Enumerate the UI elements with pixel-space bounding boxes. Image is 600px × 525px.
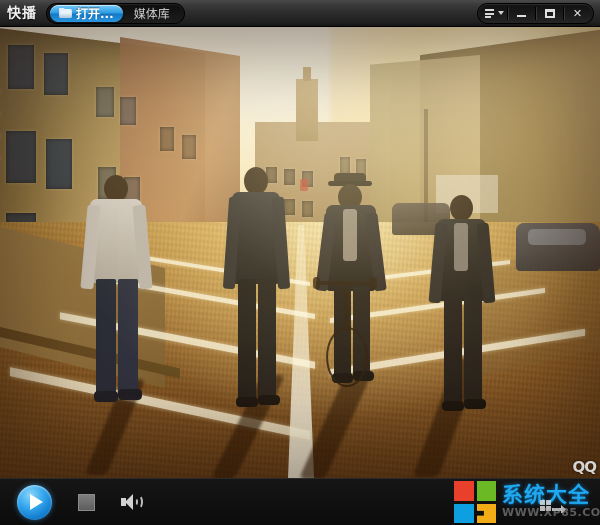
bicycle-grip-left — [313, 277, 320, 289]
shoe-right — [258, 395, 280, 405]
logo-square-green — [476, 481, 496, 501]
app-brand-label: 快播 — [7, 6, 37, 22]
leg-left — [444, 297, 462, 407]
minimize-button[interactable] — [508, 4, 535, 23]
volume-wave-large — [135, 495, 143, 509]
volume-button[interactable] — [121, 493, 143, 511]
logo-square-blue — [454, 503, 474, 523]
playlist-menu-button[interactable] — [480, 4, 507, 23]
folder-icon — [59, 8, 72, 18]
leg-right — [464, 297, 482, 407]
person-walking-left — [80, 175, 153, 413]
maximize-button[interactable] — [536, 4, 563, 23]
shoe-right — [118, 389, 142, 400]
tab-open[interactable]: 打开... — [50, 4, 123, 22]
shoe-left — [236, 397, 258, 407]
tab-media-library[interactable]: 媒体库 — [123, 5, 181, 22]
list-icon — [484, 8, 495, 19]
shoe-left — [94, 391, 118, 402]
shirt-inner — [454, 223, 468, 271]
head — [450, 195, 473, 221]
close-button[interactable]: ✕ — [564, 4, 591, 23]
leg-right — [258, 279, 276, 401]
tab-open-label: 打开... — [76, 6, 114, 21]
qq-watermark: QQ — [572, 458, 596, 476]
leg-left — [238, 279, 256, 401]
church-spire — [296, 67, 318, 141]
player-control-bar: 系统大全 WWW.XP85.COM — [0, 478, 600, 525]
close-icon: ✕ — [572, 6, 583, 20]
play-button[interactable] — [17, 484, 52, 520]
leg-right — [118, 279, 138, 395]
minimize-icon — [517, 15, 526, 17]
person-walking-center — [222, 167, 291, 415]
window-controls: ✕ — [477, 2, 594, 24]
tab-media-library-label: 媒体库 — [133, 6, 170, 21]
leg-left — [96, 279, 116, 395]
tab-strip: 打开... 媒体库 — [46, 2, 185, 24]
windows-logo-icon — [454, 481, 496, 523]
site-watermark: 系统大全 WWW.XP85.COM — [440, 478, 600, 525]
player-window: 快播 打开... 媒体库 ✕ QQ 系统大全 WWW.XP85.CO — [0, 0, 600, 525]
traffic-light — [300, 179, 308, 191]
shirt-open — [343, 209, 357, 261]
maximize-icon — [544, 8, 555, 18]
person-walking-right — [428, 195, 496, 417]
watermark-url: WWW.XP85.COM — [502, 506, 600, 519]
stop-button[interactable] — [78, 493, 95, 511]
head — [244, 167, 268, 195]
logo-square-yellow — [476, 503, 496, 523]
shoe-right — [464, 399, 486, 409]
title-bar: 快播 打开... 媒体库 ✕ — [0, 0, 600, 27]
bicycle-wheel-front — [326, 327, 368, 387]
logo-square-red — [454, 481, 474, 501]
parked-car-right-window — [528, 229, 586, 245]
bicycle-grip-right — [370, 277, 377, 289]
video-surface[interactable]: QQ — [0, 27, 600, 478]
shoe-left — [442, 401, 464, 411]
video-frame: QQ — [0, 27, 600, 478]
head — [104, 175, 128, 202]
volume-cone — [125, 494, 133, 510]
bicycle-stem — [344, 283, 348, 331]
chevron-down-icon — [497, 11, 504, 15]
